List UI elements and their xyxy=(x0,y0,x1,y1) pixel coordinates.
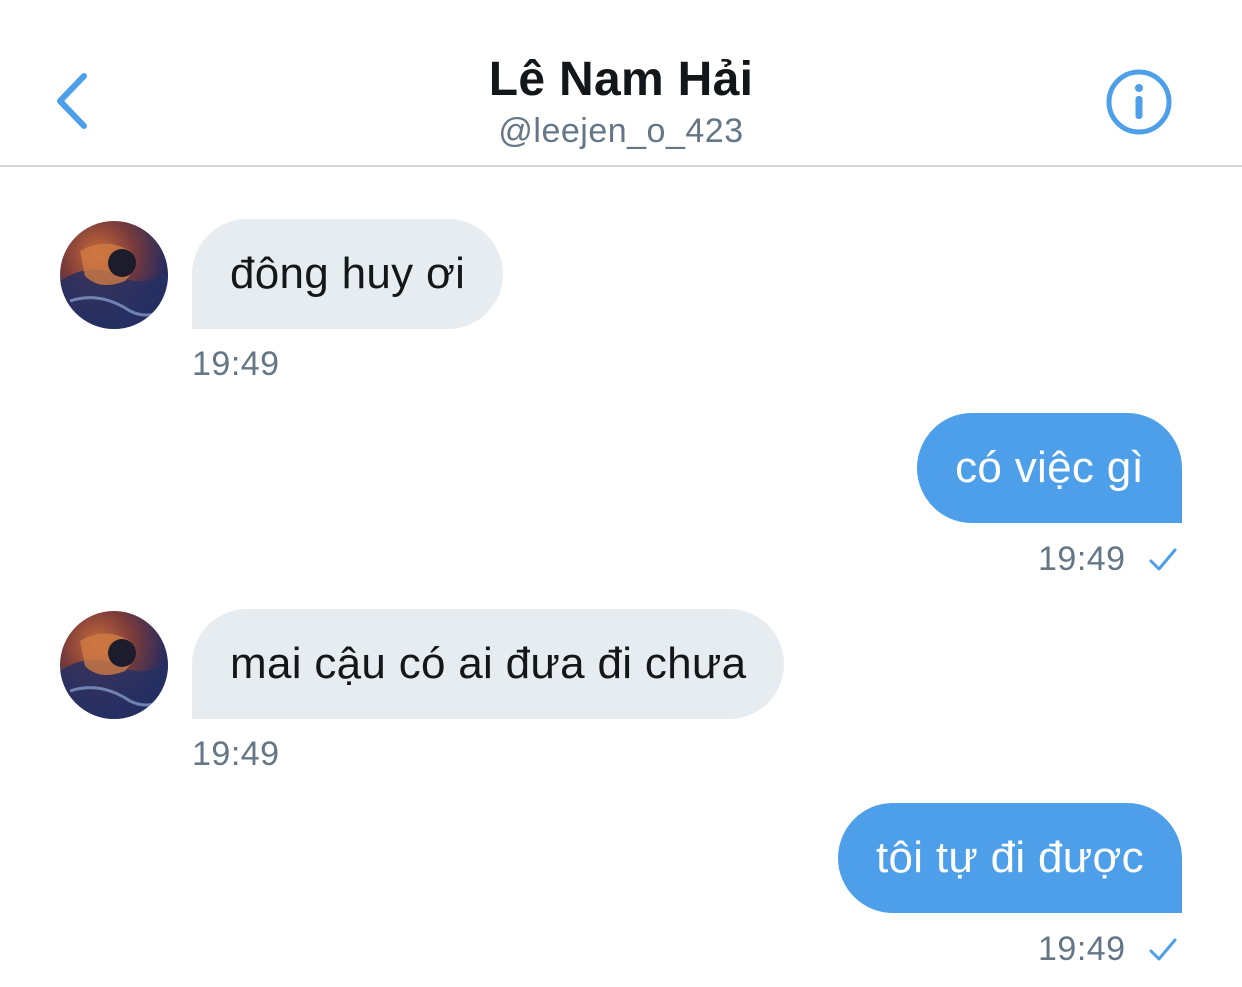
avatar-photo xyxy=(60,633,168,719)
info-circle-icon xyxy=(1106,69,1172,135)
conversation-title[interactable]: Lê Nam Hải xyxy=(0,52,1242,107)
message-timestamp: 19:49 xyxy=(192,345,280,383)
message-bubble-incoming[interactable]: mai cậu có ai đưa đi chưa xyxy=(192,609,785,719)
info-button[interactable] xyxy=(1106,69,1172,135)
message-bubble-incoming[interactable]: đông huy ơi xyxy=(192,219,504,329)
conversation-handle: @leejen_o_423 xyxy=(498,112,744,150)
message-bubble-outgoing[interactable]: có việc gì xyxy=(917,413,1182,523)
check-icon xyxy=(1148,937,1178,963)
avatar[interactable] xyxy=(60,221,168,329)
message-bubble-outgoing[interactable]: tôi tự đi được xyxy=(837,803,1182,913)
message-timestamp: 19:49 xyxy=(192,735,280,773)
conversation-header: Lê Nam Hải @leejen_o_423 xyxy=(0,0,1242,167)
message-timestamp: 19:49 xyxy=(1038,930,1126,968)
dm-conversation-screen: Lê Nam Hải @leejen_o_423 đông huy ơi 19:… xyxy=(0,0,1242,987)
check-icon xyxy=(1148,547,1178,573)
avatar-photo xyxy=(60,243,168,329)
message-timestamp: 19:49 xyxy=(1038,540,1126,578)
avatar[interactable] xyxy=(60,611,168,719)
